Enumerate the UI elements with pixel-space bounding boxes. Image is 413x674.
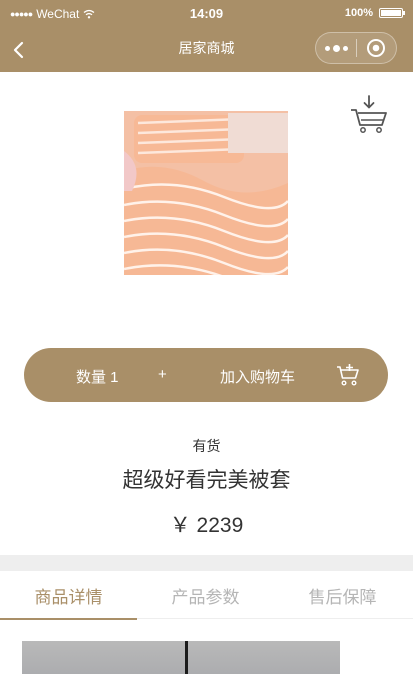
- add-to-cart-button[interactable]: 加入购物车: [220, 366, 295, 387]
- bedding-illustration: [124, 111, 288, 275]
- target-icon: [367, 39, 386, 57]
- tab-product-details[interactable]: 商品详情: [0, 571, 137, 620]
- quantity-increment-button[interactable]: +: [158, 366, 167, 383]
- cart-plus-icon: [337, 364, 359, 386]
- cart-button[interactable]: [349, 94, 389, 134]
- product-image: [124, 111, 288, 275]
- status-bar: ●●●●● WeChat 14:09 100%: [0, 0, 413, 28]
- detail-image: [22, 641, 340, 674]
- quantity-label: 数量 1: [76, 369, 119, 386]
- product-price: ￥ 2239: [169, 514, 244, 537]
- close-mini-program-button[interactable]: [357, 33, 396, 63]
- nav-bar: 居家商城: [0, 28, 413, 72]
- product-name: 超级好看完美被套: [122, 469, 291, 492]
- cart-download-icon: [351, 95, 387, 133]
- battery-percent: 100%: [344, 7, 373, 19]
- status-right: 100%: [344, 7, 405, 19]
- stock-status: 有货: [192, 438, 221, 454]
- more-dot-icon: [332, 44, 340, 52]
- tab-product-parameters[interactable]: 产品参数: [137, 571, 274, 619]
- more-dot-icon: [324, 45, 330, 51]
- mini-program-capsule: [315, 32, 397, 64]
- add-to-cart-icon-button[interactable]: [336, 363, 360, 387]
- detail-image-line: [185, 641, 188, 674]
- detail-tabs: 商品详情 产品参数 售后保障: [0, 571, 413, 620]
- tab-after-sales[interactable]: 售后保障: [274, 571, 411, 619]
- more-button[interactable]: [316, 33, 356, 63]
- section-divider: [0, 555, 413, 571]
- more-dot-icon: [342, 45, 348, 51]
- purchase-action-bar: 数量 1 + 加入购物车: [24, 348, 388, 402]
- battery-icon: [379, 8, 405, 18]
